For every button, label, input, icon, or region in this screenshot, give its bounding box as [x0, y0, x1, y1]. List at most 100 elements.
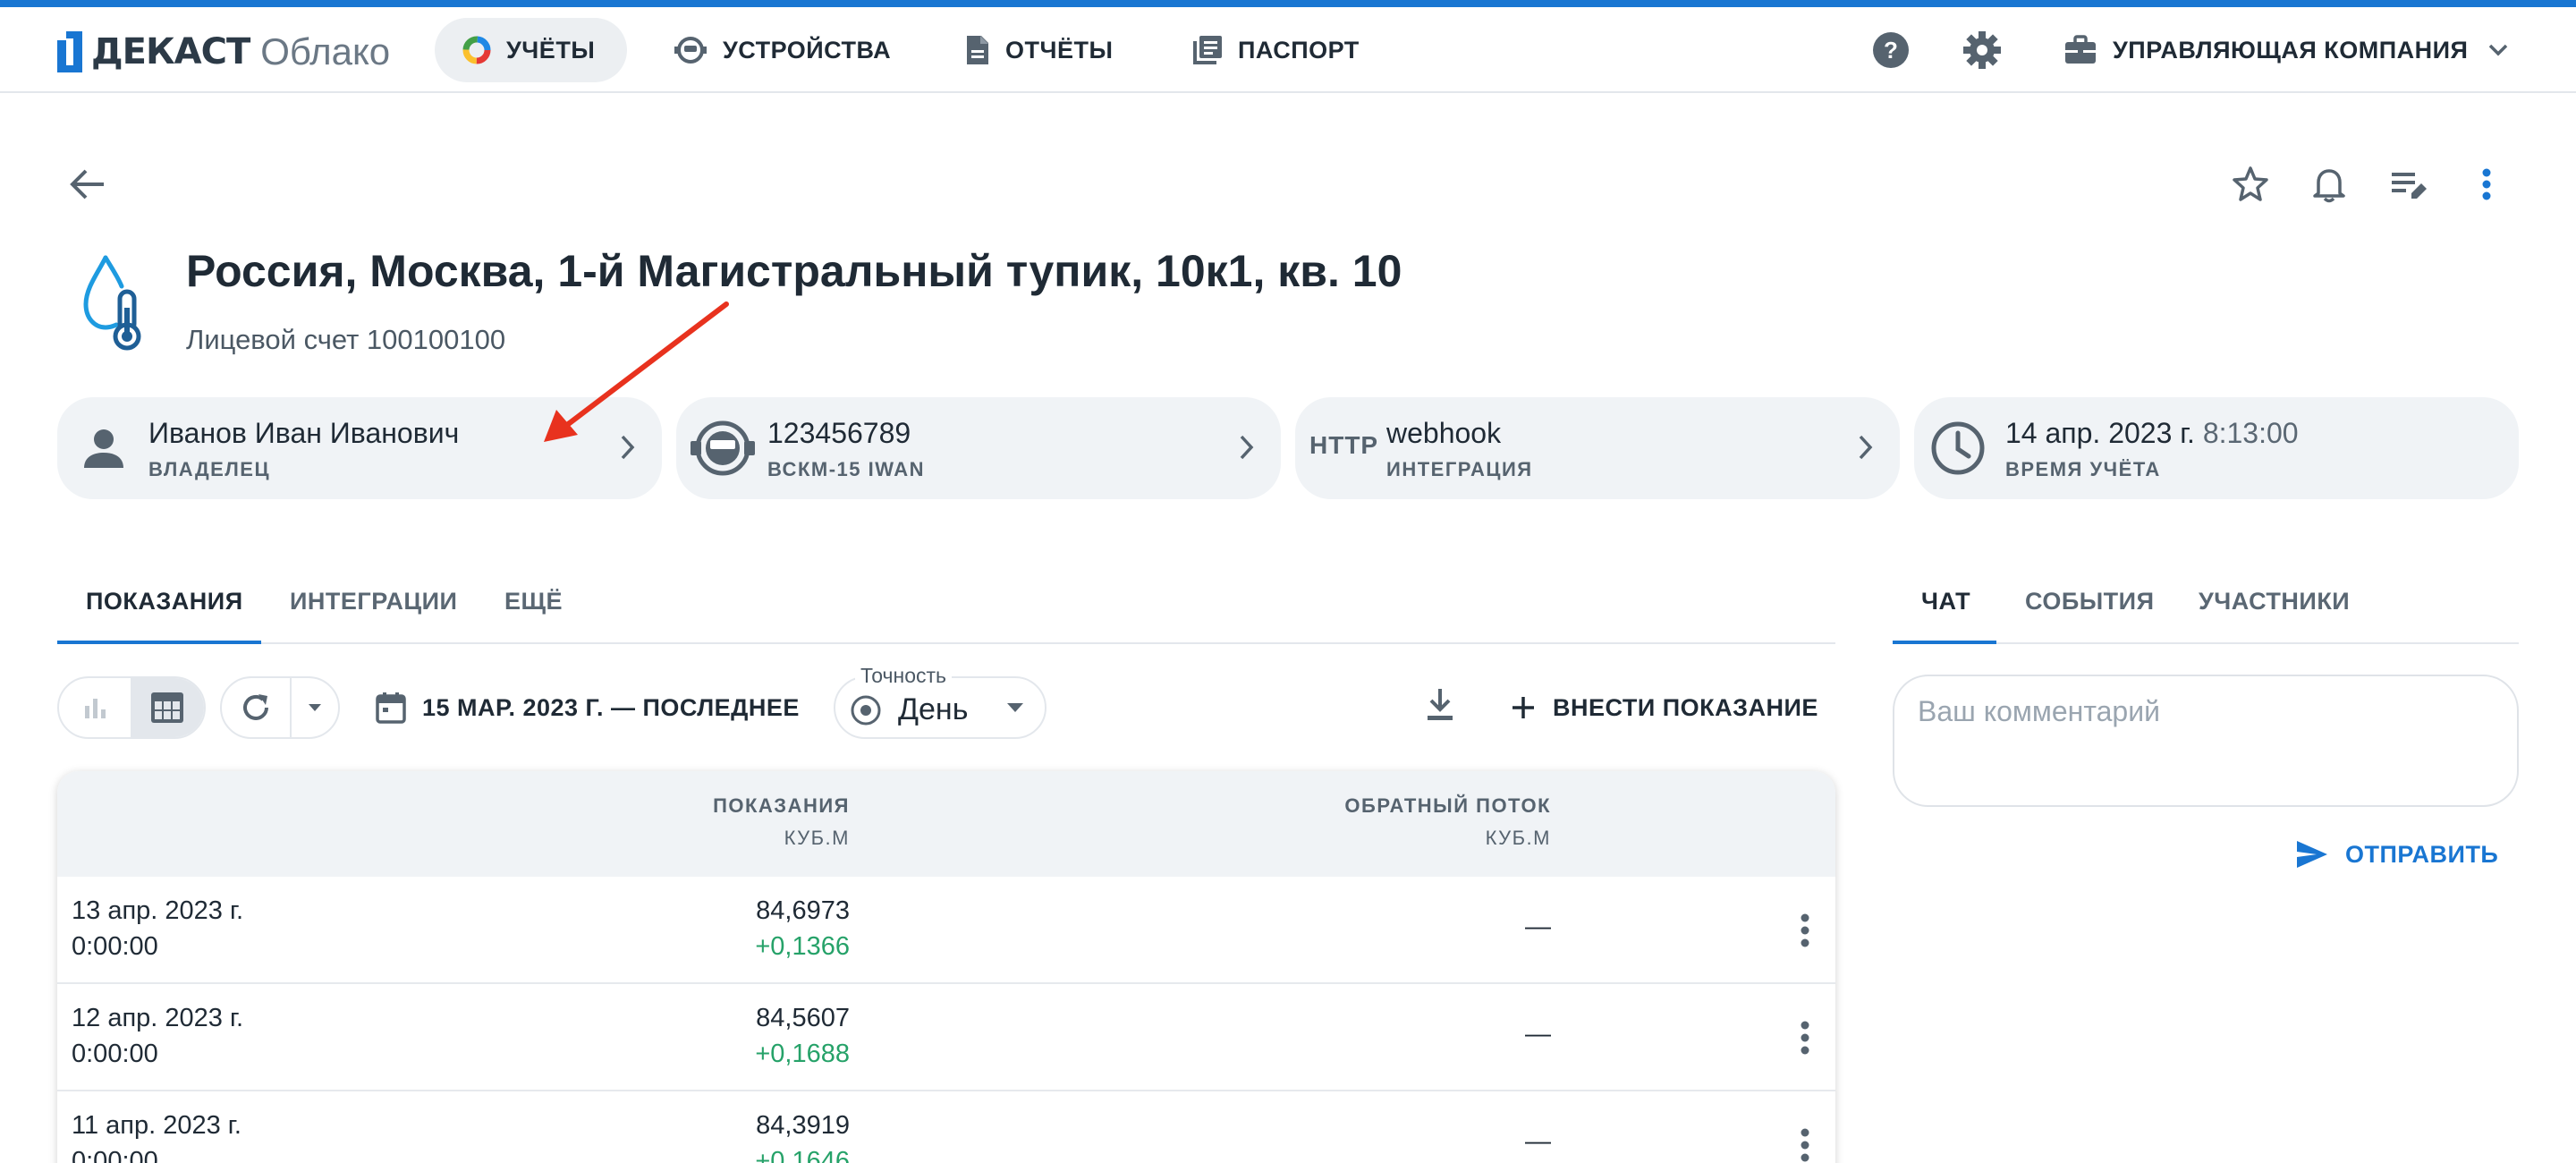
tab-chat[interactable]: ЧАТ — [1921, 565, 1970, 644]
row-more-icon[interactable] — [1800, 1020, 1810, 1056]
page-title: Россия, Москва, 1-й Магистральный тупик,… — [186, 246, 1402, 296]
nav-passport[interactable]: ПАСПОРТ — [1165, 18, 1392, 82]
precision-select[interactable]: Точность День — [834, 664, 1046, 739]
chevron-right-icon — [1240, 435, 1254, 460]
column-header-back-flow[interactable]: ОБРАТНЫЙ ПОТОК — [1344, 794, 1551, 818]
plus-icon — [1513, 697, 1534, 718]
row-delta: +0,1646 — [755, 1147, 850, 1163]
row-datetime: 11 апр. 2023 г. 0:00:00 — [72, 1108, 242, 1163]
row-back-flow: — — [1525, 1020, 1551, 1048]
row-more-icon[interactable] — [1800, 1127, 1810, 1163]
precision-label: Точность — [855, 664, 953, 688]
row-datetime: 12 апр. 2023 г. 0:00:00 — [72, 1000, 243, 1072]
view-toggle — [57, 676, 206, 739]
logo-mark-icon — [57, 31, 82, 72]
comment-box[interactable] — [1893, 675, 2519, 807]
column-unit-back-flow: КУБ.М — [1485, 827, 1551, 849]
bar-chart-icon — [85, 699, 106, 718]
row-reading: 84,5607 +0,1688 — [755, 1000, 850, 1072]
company-selector[interactable]: УПРАВЛЯЮЩАЯ КОМПАНИЯ — [2064, 18, 2509, 82]
refresh-options-button[interactable] — [292, 678, 338, 737]
active-side-tab-indicator — [1893, 641, 1996, 644]
row-back-flow: — — [1525, 1127, 1551, 1156]
caret-down-icon — [1007, 703, 1023, 712]
date-range-label: 15 МАР. 2023 Г. — ПОСЛЕДНЕЕ — [422, 693, 800, 721]
account-time-card[interactable]: 14 апр. 2023 г. 8:13:00 ВРЕМЯ УЧЁТА — [1914, 397, 2519, 499]
star-icon[interactable] — [2231, 165, 2270, 204]
refresh-icon — [242, 694, 268, 720]
nav-accounts[interactable]: УЧЁТЫ — [435, 18, 628, 82]
row-value: 84,6973 — [756, 896, 850, 925]
add-reading-button[interactable]: ВНЕСТИ ПОКАЗАНИЕ — [1510, 685, 1818, 730]
back-arrow-icon[interactable] — [68, 165, 107, 204]
table-view-button[interactable] — [131, 678, 204, 737]
row-time: 0:00:00 — [72, 1147, 158, 1163]
row-datetime: 13 апр. 2023 г. 0:00:00 — [72, 893, 243, 964]
row-delta: +0,1688 — [755, 1040, 850, 1068]
integration-name: webhook — [1386, 417, 1502, 449]
comment-input[interactable] — [1918, 689, 2490, 734]
more-vertical-icon[interactable] — [2467, 165, 2506, 204]
tab-more[interactable]: ЕЩЁ — [504, 565, 563, 644]
row-more-icon[interactable] — [1800, 913, 1810, 948]
row-value: 84,3919 — [756, 1111, 850, 1140]
nav-devices[interactable]: УСТРОЙСТВА — [646, 18, 923, 82]
caret-down-icon — [308, 704, 321, 711]
row-date: 12 апр. 2023 г. — [72, 1004, 244, 1032]
refresh-button[interactable] — [222, 678, 292, 737]
table-row[interactable]: 12 апр. 2023 г. 0:00:00 84,5607 +0,1688 … — [57, 984, 1835, 1091]
chevron-right-icon — [621, 435, 635, 460]
owner-card[interactable]: Иванов Иван Иванович ВЛАДЕЛЕЦ — [57, 397, 662, 499]
water-meter-icon — [691, 420, 755, 476]
chevron-right-icon — [1859, 435, 1873, 460]
chevron-down-icon — [2489, 44, 2508, 56]
row-date: 11 апр. 2023 г. — [72, 1111, 242, 1140]
gear-icon[interactable] — [1962, 30, 2002, 70]
table-row[interactable]: 11 апр. 2023 г. 0:00:00 84,3919 +0,1646 … — [57, 1091, 1835, 1163]
chart-view-button[interactable] — [59, 678, 131, 737]
readings-table: ПОКАЗАНИЯ КУБ.М ОБРАТНЫЙ ПОТОК КУБ.М 13 … — [57, 771, 1835, 1163]
notes-edit-icon[interactable] — [2388, 165, 2428, 204]
row-reading: 84,6973 +0,1366 — [755, 893, 850, 964]
nav-passport-label: ПАСПОРТ — [1238, 36, 1360, 64]
radio-target-icon — [851, 695, 881, 726]
document-icon — [967, 36, 988, 64]
row-back-flow: — — [1525, 913, 1551, 941]
tab-events[interactable]: СОБЫТИЯ — [2025, 565, 2154, 644]
tab-integrations[interactable]: ИНТЕГРАЦИИ — [290, 565, 457, 644]
http-badge: HTTP — [1309, 431, 1379, 459]
svg-text:?: ? — [1884, 37, 1898, 64]
clock-icon — [1931, 421, 1985, 475]
tab-readings[interactable]: ПОКАЗАНИЯ — [86, 565, 243, 644]
integration-card[interactable]: HTTP webhook ИНТЕГРАЦИЯ — [1295, 397, 1900, 499]
device-card[interactable]: 123456789 ВСКМ-15 IWAN — [676, 397, 1281, 499]
row-time: 0:00:00 — [72, 1040, 158, 1068]
owner-name: Иванов Иван Иванович — [148, 417, 460, 449]
table-row[interactable]: 13 апр. 2023 г. 0:00:00 84,6973 +0,1366 … — [57, 877, 1835, 984]
help-icon[interactable]: ? — [1871, 30, 1911, 70]
person-icon — [84, 429, 123, 468]
column-header-readings[interactable]: ПОКАЗАНИЯ — [713, 794, 850, 818]
bell-icon[interactable] — [2309, 165, 2349, 204]
library-icon — [1193, 36, 1222, 64]
row-time: 0:00:00 — [72, 932, 158, 961]
download-icon[interactable] — [1422, 685, 1458, 725]
device-model: ВСКМ-15 IWAN — [767, 458, 926, 480]
table-header: ПОКАЗАНИЯ КУБ.М ОБРАТНЫЙ ПОТОК КУБ.М — [57, 771, 1835, 877]
briefcase-icon — [2065, 35, 2096, 64]
device-serial: 123456789 — [767, 417, 911, 449]
send-icon — [2297, 841, 2327, 868]
tab-participants[interactable]: УЧАСТНИКИ — [2199, 565, 2350, 644]
column-unit-readings: КУБ.М — [784, 827, 850, 849]
owner-caption: ВЛАДЕЛЕЦ — [148, 458, 271, 480]
app-logo[interactable]: ДЕКАСТ Облако — [57, 30, 390, 73]
account-time: 8:13:00 — [2202, 417, 2299, 449]
date-range-picker[interactable]: 15 МАР. 2023 Г. — ПОСЛЕДНЕЕ — [376, 685, 800, 730]
integration-caption: ИНТЕГРАЦИЯ — [1386, 458, 1533, 480]
precision-value: День — [898, 692, 969, 726]
nav-reports[interactable]: ОТЧЁТЫ — [937, 18, 1145, 82]
side-tabs: ЧАТ СОБЫТИЯ УЧАСТНИКИ — [1893, 565, 2519, 644]
row-value: 84,5607 — [756, 1004, 850, 1032]
meter-icon — [674, 37, 707, 64]
send-button[interactable]: ОТПРАВИТЬ — [2295, 832, 2498, 877]
